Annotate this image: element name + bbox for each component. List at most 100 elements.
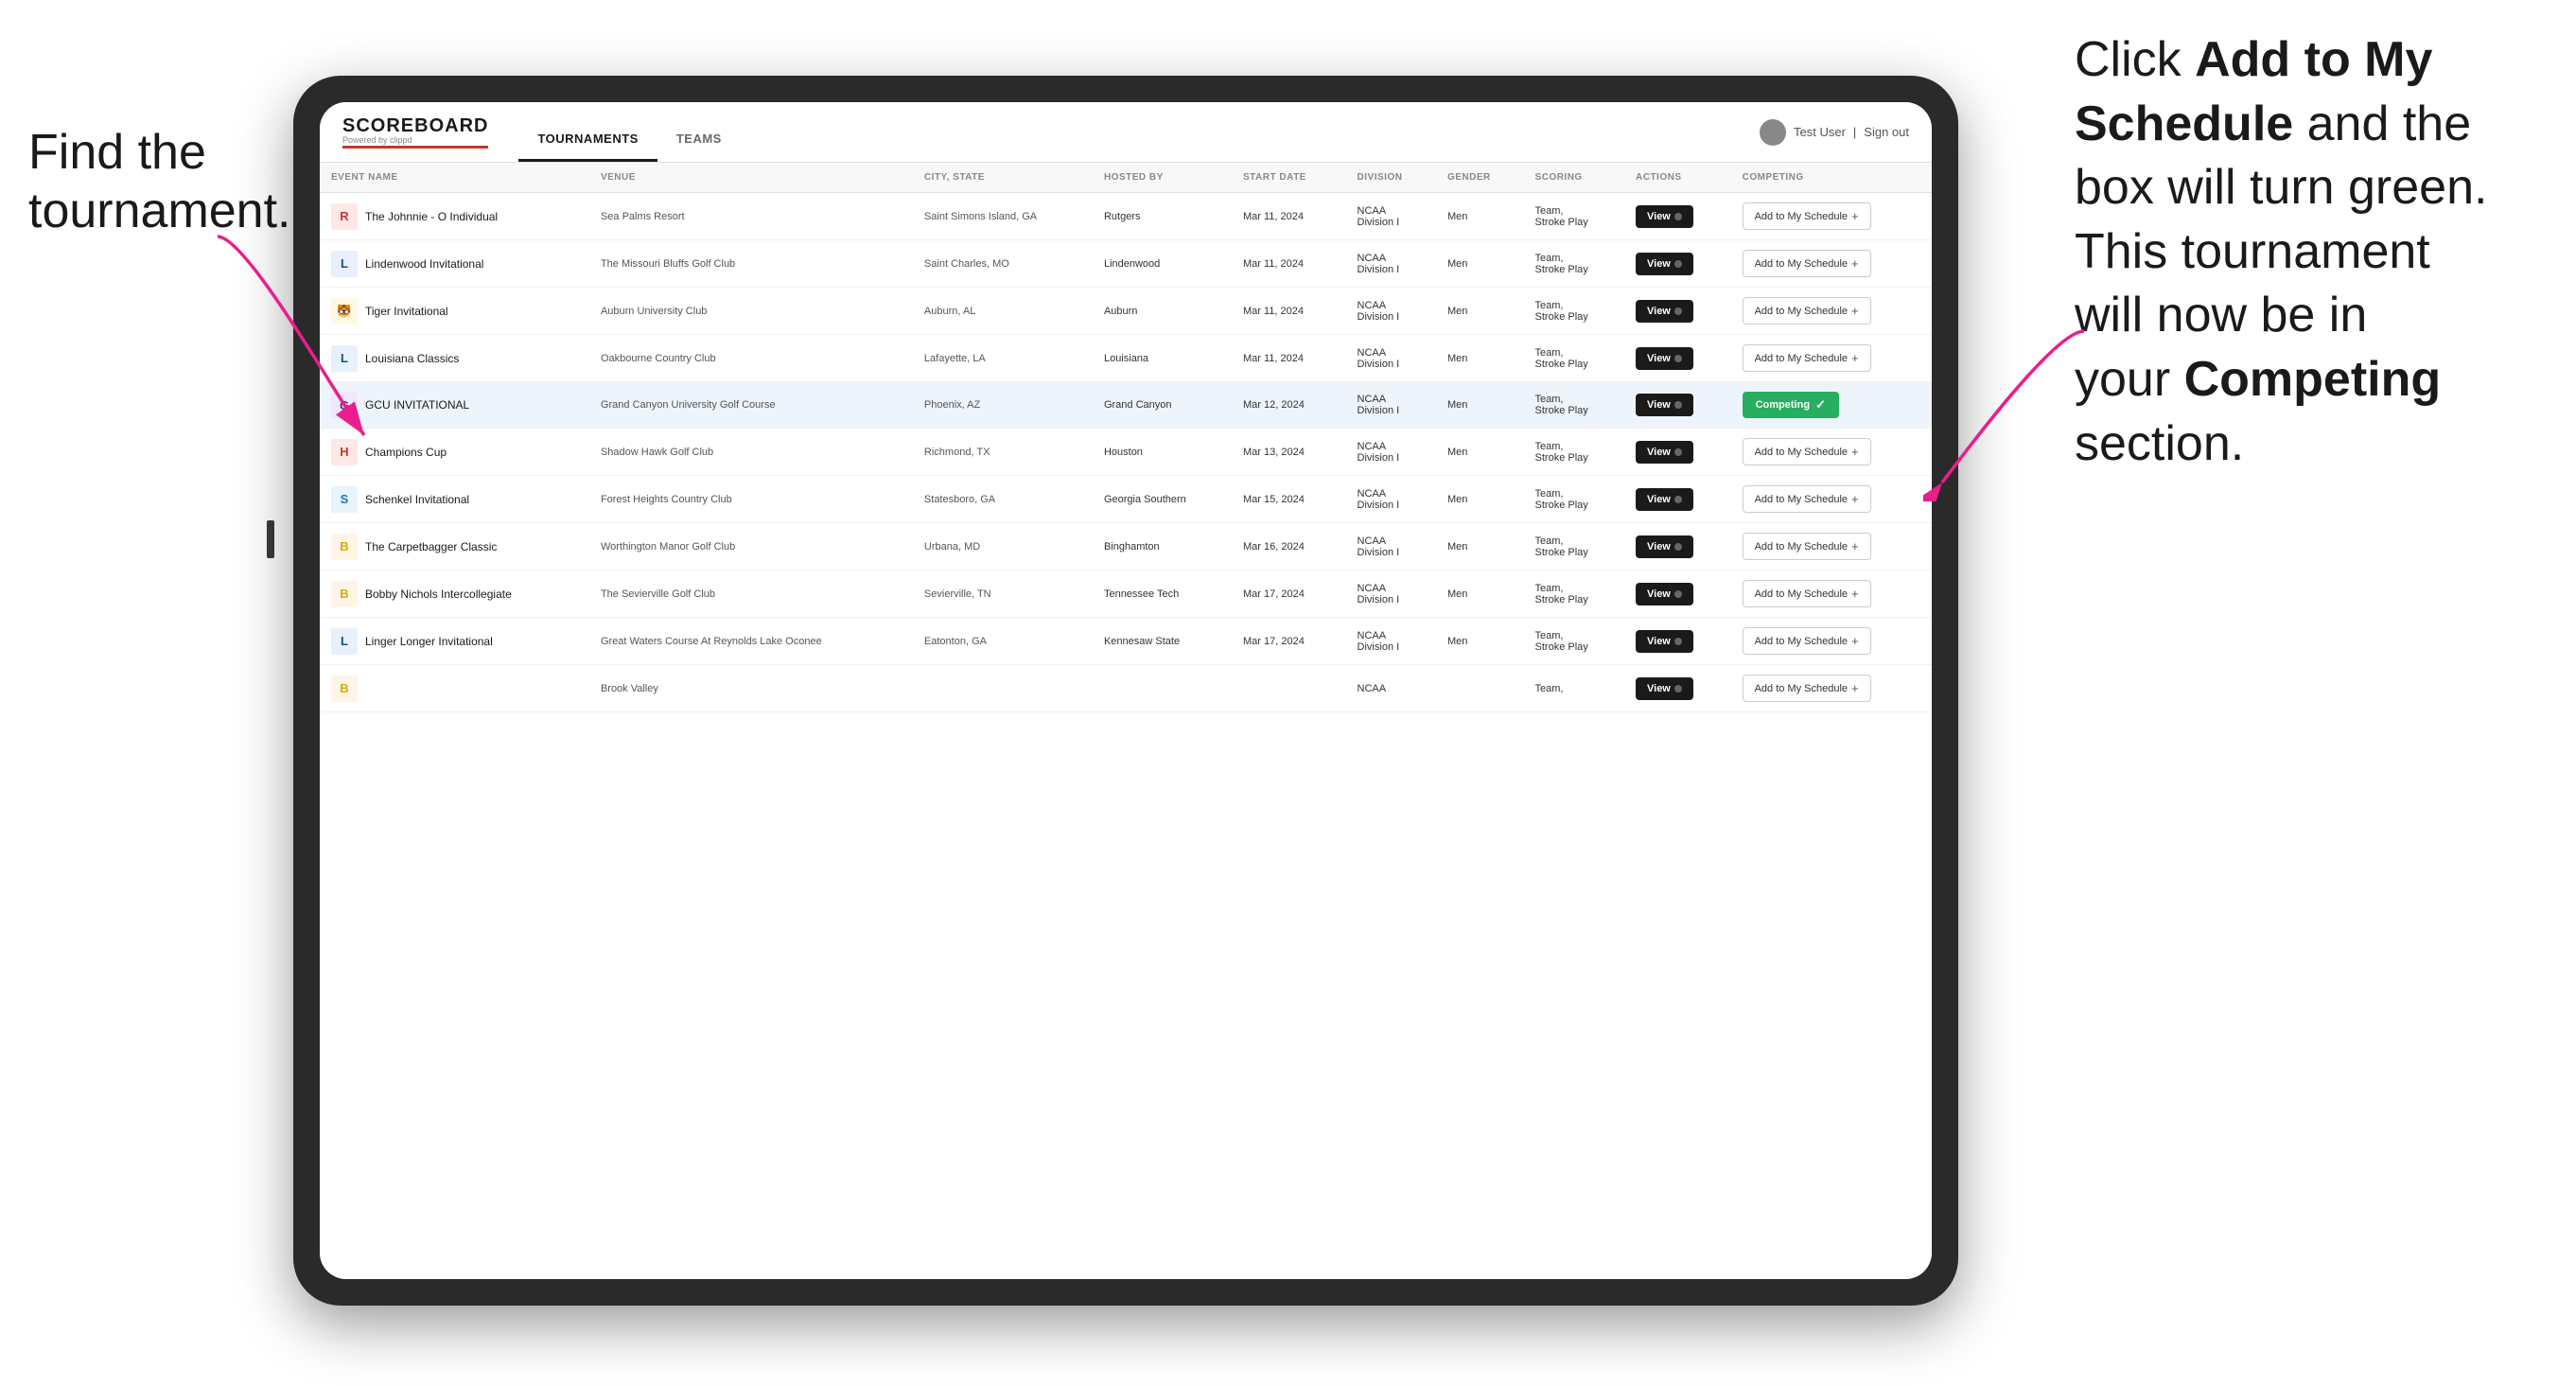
add-to-schedule-button[interactable]: Add to My Schedule + xyxy=(1743,627,1871,655)
view-button[interactable]: View xyxy=(1636,583,1693,605)
view-button[interactable]: View xyxy=(1636,441,1693,464)
plus-icon: + xyxy=(1851,209,1859,223)
add-to-schedule-button[interactable]: Add to My Schedule + xyxy=(1743,438,1871,465)
event-name-cell: G GCU INVITATIONAL xyxy=(320,382,589,429)
plus-icon: + xyxy=(1851,492,1859,506)
col-event-name: EVENT NAME xyxy=(320,163,589,193)
event-name-cell: L Linger Longer Invitational xyxy=(320,618,589,665)
view-button[interactable]: View xyxy=(1636,677,1693,700)
event-name-cell: L Louisiana Classics xyxy=(320,335,589,382)
col-hosted-by: HOSTED BY xyxy=(1093,163,1232,193)
gender-cell: Men xyxy=(1436,429,1524,476)
nav-tab-tournaments[interactable]: TOURNAMENTS xyxy=(518,132,657,162)
division-cell: NCAA xyxy=(1346,665,1436,712)
header-right: Test User | Sign out xyxy=(1760,119,1909,146)
nav-tabs: TOURNAMENTS TEAMS xyxy=(518,102,740,162)
gender-cell: Men xyxy=(1436,193,1524,240)
view-button[interactable]: View xyxy=(1636,394,1693,416)
hosted-by-cell: Houston xyxy=(1093,429,1232,476)
view-dot xyxy=(1674,638,1682,645)
venue-cell: Worthington Manor Golf Club xyxy=(589,523,913,570)
start-date-cell: Mar 15, 2024 xyxy=(1232,476,1346,523)
plus-icon: + xyxy=(1851,587,1859,601)
start-date-cell: Mar 11, 2024 xyxy=(1232,335,1346,382)
start-date-cell: Mar 11, 2024 xyxy=(1232,193,1346,240)
sign-out-link[interactable]: Sign out xyxy=(1864,125,1909,139)
gender-cell: Men xyxy=(1436,618,1524,665)
add-to-schedule-button[interactable]: Add to My Schedule + xyxy=(1743,202,1871,230)
table-header-row: EVENT NAME VENUE CITY, STATE HOSTED BY S… xyxy=(320,163,1932,193)
scoring-cell: Team,Stroke Play xyxy=(1524,240,1624,288)
city-state-cell: Saint Charles, MO xyxy=(913,240,1093,288)
competing-cell: Add to My Schedule + xyxy=(1731,570,1932,618)
division-cell: NCAADivision I xyxy=(1346,523,1436,570)
table-row: B The Carpetbagger Classic Worthington M… xyxy=(320,523,1932,570)
col-actions: ACTIONS xyxy=(1624,163,1731,193)
add-to-schedule-button[interactable]: Add to My Schedule + xyxy=(1743,580,1871,607)
start-date-cell xyxy=(1232,665,1346,712)
user-avatar xyxy=(1760,119,1786,146)
view-button[interactable]: View xyxy=(1636,347,1693,370)
event-name-text: The Carpetbagger Classic xyxy=(365,540,497,553)
event-name-cell: 🐯 Tiger Invitational xyxy=(320,288,589,335)
col-venue: VENUE xyxy=(589,163,913,193)
division-cell: NCAADivision I xyxy=(1346,382,1436,429)
table-row: H Champions Cup Shadow Hawk Golf ClubRic… xyxy=(320,429,1932,476)
city-state-cell: Sevierville, TN xyxy=(913,570,1093,618)
scoring-cell: Team,Stroke Play xyxy=(1524,382,1624,429)
check-icon: ✓ xyxy=(1815,397,1826,412)
hosted-by-cell xyxy=(1093,665,1232,712)
add-to-schedule-button[interactable]: Add to My Schedule + xyxy=(1743,250,1871,277)
gender-cell: Men xyxy=(1436,335,1524,382)
scoring-cell: Team,Stroke Play xyxy=(1524,523,1624,570)
plus-icon: + xyxy=(1851,634,1859,648)
view-button[interactable]: View xyxy=(1636,535,1693,558)
plus-icon: + xyxy=(1851,351,1859,365)
view-button[interactable]: View xyxy=(1636,205,1693,228)
app-header: SCOREBOARD Powered by clippd TOURNAMENTS… xyxy=(320,102,1932,163)
school-logo: S xyxy=(331,486,358,513)
gender-cell: Men xyxy=(1436,240,1524,288)
competing-cell: Add to My Schedule + xyxy=(1731,476,1932,523)
city-state-cell: Richmond, TX xyxy=(913,429,1093,476)
tablet-side-button xyxy=(267,520,274,558)
add-to-schedule-button[interactable]: Add to My Schedule + xyxy=(1743,297,1871,325)
table-container[interactable]: EVENT NAME VENUE CITY, STATE HOSTED BY S… xyxy=(320,163,1932,1279)
view-button[interactable]: View xyxy=(1636,630,1693,653)
view-button[interactable]: View xyxy=(1636,488,1693,511)
scoring-cell: Team,Stroke Play xyxy=(1524,193,1624,240)
view-button[interactable]: View xyxy=(1636,253,1693,275)
scoring-cell: Team,Stroke Play xyxy=(1524,570,1624,618)
view-button[interactable]: View xyxy=(1636,300,1693,323)
school-logo: R xyxy=(331,203,358,230)
competing-button[interactable]: Competing ✓ xyxy=(1743,392,1839,418)
event-name-cell: H Champions Cup xyxy=(320,429,589,476)
table-row: L Linger Longer Invitational Great Water… xyxy=(320,618,1932,665)
nav-tab-teams[interactable]: TEAMS xyxy=(657,132,741,162)
table-row: L Louisiana Classics Oakbourne Country C… xyxy=(320,335,1932,382)
gender-cell: Men xyxy=(1436,288,1524,335)
school-logo: 🐯 xyxy=(331,298,358,325)
competing-cell: Add to My Schedule + xyxy=(1731,523,1932,570)
add-to-schedule-button[interactable]: Add to My Schedule + xyxy=(1743,344,1871,372)
view-dot xyxy=(1674,496,1682,503)
school-logo: B xyxy=(331,581,358,607)
event-name-text: GCU INVITATIONAL xyxy=(365,398,469,412)
competing-cell: Add to My Schedule + xyxy=(1731,665,1932,712)
add-to-schedule-button[interactable]: Add to My Schedule + xyxy=(1743,675,1871,702)
gender-cell: Men xyxy=(1436,382,1524,429)
add-to-schedule-button[interactable]: Add to My Schedule + xyxy=(1743,485,1871,513)
city-state-cell: Eatonton, GA xyxy=(913,618,1093,665)
event-name-cell: S Schenkel Invitational xyxy=(320,476,589,523)
venue-cell: The Sevierville Golf Club xyxy=(589,570,913,618)
view-dot xyxy=(1674,543,1682,551)
hosted-by-cell: Tennessee Tech xyxy=(1093,570,1232,618)
app-logo: SCOREBOARD xyxy=(342,115,488,137)
plus-icon: + xyxy=(1851,539,1859,553)
scoring-cell: Team, xyxy=(1524,665,1624,712)
add-to-schedule-button[interactable]: Add to My Schedule + xyxy=(1743,533,1871,560)
venue-cell: The Missouri Bluffs Golf Club xyxy=(589,240,913,288)
event-name-cell: B xyxy=(320,665,589,712)
competing-cell: Add to My Schedule + xyxy=(1731,429,1932,476)
actions-cell: View xyxy=(1624,240,1731,288)
